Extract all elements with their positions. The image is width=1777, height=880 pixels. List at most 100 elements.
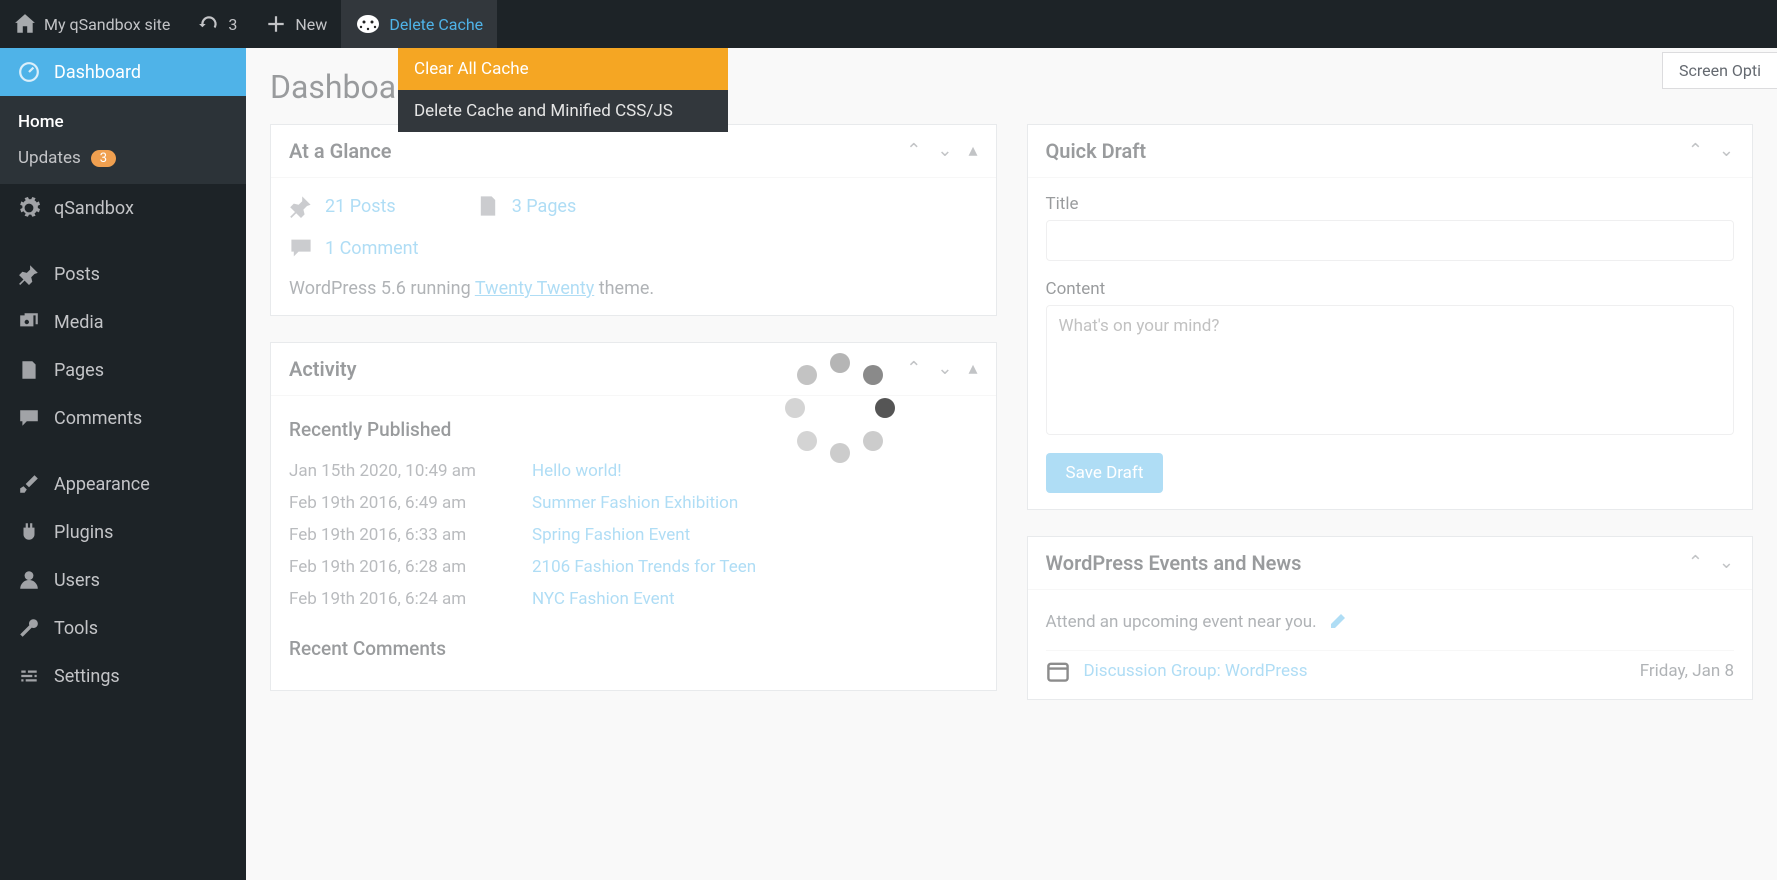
activity-row: Feb 19th 2016, 6:28 am2106 Fashion Trend… bbox=[289, 551, 978, 583]
sidebar-media[interactable]: Media bbox=[0, 298, 246, 346]
pages-icon bbox=[476, 194, 500, 218]
glance-comments[interactable]: 1 Comment bbox=[289, 236, 978, 260]
glance-pages[interactable]: 3 Pages bbox=[476, 194, 577, 218]
at-a-glance-box: At a Glance ⌃ ⌄ ▴ 21 Posts bbox=[270, 124, 997, 316]
save-draft-button[interactable]: Save Draft bbox=[1046, 453, 1164, 493]
activity-link[interactable]: NYC Fashion Event bbox=[532, 589, 675, 609]
events-intro: Attend an upcoming event near you. bbox=[1046, 606, 1735, 650]
chevron-up-icon[interactable]: ⌃ bbox=[906, 360, 921, 378]
quick-draft-box: Quick Draft ⌃ ⌄ Title Content Save Draft bbox=[1027, 124, 1754, 510]
sidebar-plugins-label: Plugins bbox=[54, 522, 113, 543]
home-icon bbox=[14, 13, 36, 35]
triangle-up-icon[interactable]: ▴ bbox=[968, 360, 977, 378]
brush-icon bbox=[18, 473, 40, 495]
admin-bar-site[interactable]: My qSandbox site bbox=[0, 0, 184, 48]
box-controls: ⌃ ⌄ bbox=[1688, 142, 1734, 160]
glance-pages-link: 3 Pages bbox=[512, 196, 577, 217]
sidebar-updates[interactable]: Updates 3 bbox=[0, 140, 246, 176]
dropdown-delete-minified[interactable]: Delete Cache and Minified CSS/JS bbox=[398, 90, 728, 132]
activity-link[interactable]: Hello world! bbox=[532, 461, 622, 481]
sidebar-dashboard[interactable]: Dashboard bbox=[0, 48, 246, 96]
admin-bar-updates[interactable]: 3 bbox=[184, 0, 251, 48]
quick-draft-title: Quick Draft bbox=[1046, 139, 1147, 163]
cheetah-icon bbox=[355, 13, 381, 35]
sidebar-tools[interactable]: Tools bbox=[0, 604, 246, 652]
chevron-down-icon[interactable]: ⌄ bbox=[937, 360, 952, 378]
activity-link[interactable]: Summer Fashion Exhibition bbox=[532, 493, 738, 513]
at-a-glance-title: At a Glance bbox=[289, 139, 392, 163]
qd-content-label: Content bbox=[1046, 279, 1735, 299]
chevron-down-icon[interactable]: ⌄ bbox=[937, 142, 952, 160]
chevron-up-icon[interactable]: ⌃ bbox=[906, 142, 921, 160]
chevron-down-icon[interactable]: ⌄ bbox=[1719, 554, 1734, 572]
delete-cache-dropdown: Clear All Cache Delete Cache and Minifie… bbox=[398, 48, 728, 132]
sidebar-home[interactable]: Home bbox=[0, 104, 246, 140]
triangle-up-icon[interactable]: ▴ bbox=[968, 142, 977, 160]
sidebar-settings[interactable]: Settings bbox=[0, 652, 246, 700]
sidebar-qsandbox[interactable]: qSandbox bbox=[0, 184, 246, 232]
event-date: Friday, Jan 8 bbox=[1640, 661, 1734, 681]
sidebar-dashboard-submenu: Home Updates 3 bbox=[0, 96, 246, 184]
updates-badge: 3 bbox=[91, 150, 116, 167]
chevron-down-icon[interactable]: ⌄ bbox=[1719, 142, 1734, 160]
sidebar-comments-label: Comments bbox=[54, 408, 142, 429]
plug-icon bbox=[18, 521, 40, 543]
sidebar-appearance[interactable]: Appearance bbox=[0, 460, 246, 508]
qd-title-input[interactable] bbox=[1046, 220, 1735, 261]
sidebar-qsandbox-label: qSandbox bbox=[54, 198, 134, 219]
glance-posts[interactable]: 21 Posts bbox=[289, 194, 396, 218]
activity-title: Activity bbox=[289, 357, 357, 381]
wrench-icon bbox=[18, 617, 40, 639]
sidebar-media-label: Media bbox=[54, 312, 104, 333]
qd-content-textarea[interactable] bbox=[1046, 305, 1735, 435]
sidebar-posts[interactable]: Posts bbox=[0, 250, 246, 298]
events-intro-text: Attend an upcoming event near you. bbox=[1046, 612, 1317, 632]
event-link[interactable]: Discussion Group: WordPress bbox=[1084, 661, 1626, 681]
sidebar-users[interactable]: Users bbox=[0, 556, 246, 604]
admin-bar-new[interactable]: New bbox=[251, 0, 341, 48]
comment-icon bbox=[289, 236, 313, 260]
activity-box: Activity ⌃ ⌄ ▴ Recently Published Jan 15… bbox=[270, 342, 997, 691]
gear-icon bbox=[18, 197, 40, 219]
sidebar-plugins[interactable]: Plugins bbox=[0, 508, 246, 556]
main-content: Dashboard At a Glance ⌃ ⌄ ▴ bbox=[246, 48, 1777, 880]
box-controls: ⌃ ⌄ ▴ bbox=[906, 360, 977, 378]
dropdown-clear-all[interactable]: Clear All Cache bbox=[398, 48, 728, 90]
sidebar-comments[interactable]: Comments bbox=[0, 394, 246, 442]
glance-footer: WordPress 5.6 running Twenty Twenty them… bbox=[289, 278, 978, 299]
refresh-icon bbox=[198, 13, 220, 35]
activity-row: Feb 19th 2016, 6:33 am Spring Fashion Eve… bbox=[289, 519, 978, 551]
activity-date: Feb 19th 2016, 6:33 am bbox=[289, 525, 504, 545]
sidebar-pages-label: Pages bbox=[54, 360, 104, 381]
activity-date: Feb 19th 2016, 6:24 am bbox=[289, 589, 504, 609]
box-controls: ⌃ ⌄ bbox=[1688, 554, 1734, 572]
activity-link[interactable]: Spring Fashion Event bbox=[532, 525, 690, 545]
user-icon bbox=[18, 569, 40, 591]
delete-cache-label: Delete Cache bbox=[389, 15, 483, 34]
glance-foot-suffix: theme. bbox=[594, 278, 654, 299]
sidebar-updates-label: Updates bbox=[18, 148, 81, 168]
sidebar-home-label: Home bbox=[18, 112, 64, 132]
theme-link[interactable]: Twenty Twenty bbox=[475, 278, 594, 299]
pencil-icon[interactable] bbox=[1327, 612, 1347, 632]
sidebar-pages[interactable]: Pages bbox=[0, 346, 246, 394]
admin-bar: My qSandbox site 3 New Delete Cache bbox=[0, 0, 1777, 48]
activity-row: Feb 19th 2016, 6:49 amSummer Fashion Exh… bbox=[289, 487, 978, 519]
event-row: Discussion Group: WordPress Friday, Jan … bbox=[1046, 650, 1735, 683]
sidebar-settings-label: Settings bbox=[54, 666, 120, 687]
screen-options-tab[interactable]: Screen Opti bbox=[1662, 52, 1777, 89]
sidebar-appearance-label: Appearance bbox=[54, 474, 150, 495]
qd-title-label: Title bbox=[1046, 194, 1735, 214]
activity-row: Jan 15th 2020, 10:49 am Hello world! bbox=[289, 455, 978, 487]
chevron-up-icon[interactable]: ⌃ bbox=[1688, 142, 1703, 160]
activity-date: Jan 15th 2020, 10:49 am bbox=[289, 461, 504, 481]
recently-published-title: Recently Published bbox=[289, 418, 978, 441]
sliders-icon bbox=[18, 665, 40, 687]
activity-link[interactable]: 2106 Fashion Trends for Teen bbox=[532, 557, 756, 577]
admin-bar-delete-cache[interactable]: Delete Cache bbox=[341, 0, 497, 48]
sidebar-tools-label: Tools bbox=[54, 618, 98, 639]
chevron-up-icon[interactable]: ⌃ bbox=[1688, 554, 1703, 572]
activity-row: Feb 19th 2016, 6:24 am NYC Fashion Event bbox=[289, 583, 978, 615]
pin-icon bbox=[18, 263, 40, 285]
new-label: New bbox=[295, 15, 327, 34]
